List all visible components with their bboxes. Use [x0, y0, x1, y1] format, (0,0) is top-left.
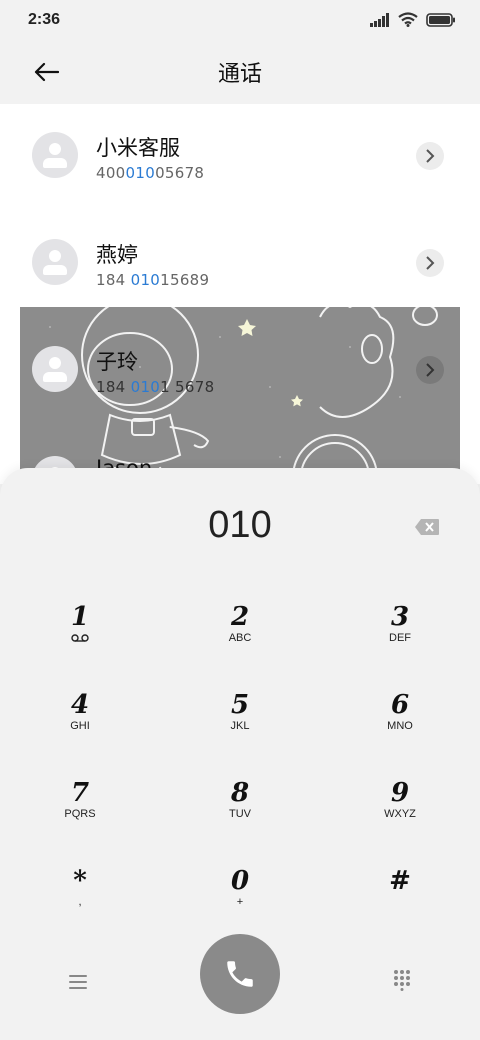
key-4[interactable]: 4 GHI [0, 684, 160, 772]
dialer-actions [0, 934, 480, 1024]
list-item[interactable]: 小米客服 40001005678 [0, 104, 480, 204]
dial-input[interactable]: 010 [0, 504, 480, 547]
status-time: 2:36 [28, 11, 61, 28]
contact-name: 子玲 [96, 350, 138, 374]
dialer-panel: 010 1 2 ABC 3 DEF 4 GHI 5 JKL 6 MNO 7 PQ… [0, 468, 480, 1040]
contact-detail-button[interactable] [416, 249, 444, 277]
contact-number: 184 0101 5678 [96, 378, 215, 396]
backspace-button[interactable] [414, 518, 440, 536]
key-2[interactable]: 2 ABC [160, 596, 320, 684]
signal-icon [370, 12, 389, 27]
avatar [32, 346, 78, 392]
battery-icon [426, 12, 455, 27]
contact-list: 小米客服 40001005678 燕婷 184 01015689 子玲 184 … [0, 104, 480, 484]
call-button[interactable] [200, 934, 280, 1014]
dialpad-icon [394, 970, 410, 991]
page-title: 通话 [217, 62, 262, 87]
phone-icon [227, 961, 253, 987]
header: 通话 [0, 40, 480, 104]
contact-name: 小米客服 [96, 136, 180, 160]
voicemail-icon [71, 634, 89, 642]
contact-detail-button[interactable] [416, 356, 444, 384]
key-8[interactable]: 8 TUV [160, 772, 320, 860]
chevron-right-icon [426, 256, 435, 270]
contact-number: 184 01015689 [96, 271, 210, 289]
list-item[interactable]: 子玲 184 0101 5678 [0, 318, 480, 418]
avatar [32, 132, 78, 178]
chevron-right-icon [426, 363, 435, 377]
chevron-right-icon [426, 149, 435, 163]
system-icons [370, 12, 456, 27]
keypad-toggle-button[interactable] [384, 962, 420, 998]
avatar [32, 239, 78, 285]
key-6[interactable]: 6 MNO [320, 684, 480, 772]
key-5[interactable]: 5 JKL [160, 684, 320, 772]
status-bar: 2:36 [0, 0, 480, 40]
list-item[interactable]: 燕婷 184 01015689 [0, 211, 480, 311]
wifi-icon [398, 12, 418, 27]
key-1[interactable]: 1 [0, 596, 160, 684]
backspace-icon [415, 519, 439, 535]
key-7[interactable]: 7 PQRS [0, 772, 160, 860]
key-3[interactable]: 3 DEF [320, 596, 480, 684]
key-9[interactable]: 9 WXYZ [320, 772, 480, 860]
contact-detail-button[interactable] [416, 142, 444, 170]
contact-number: 40001005678 [96, 164, 205, 182]
contact-name: 燕婷 [96, 243, 138, 267]
menu-button[interactable] [60, 964, 96, 1000]
menu-icon [69, 975, 87, 989]
